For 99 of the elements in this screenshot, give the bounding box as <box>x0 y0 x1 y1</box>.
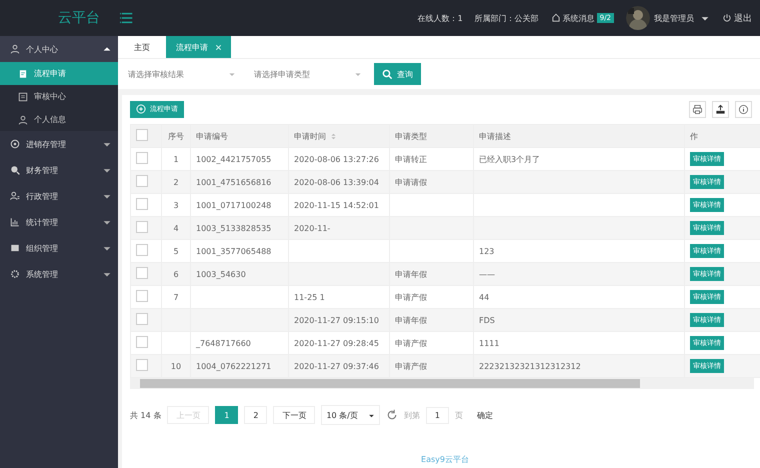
table-cell: FDS <box>479 316 495 324</box>
table-cell: —— <box>479 270 495 278</box>
document-icon <box>18 68 28 78</box>
column-header: 申请时间 <box>294 132 326 140</box>
checkbox[interactable] <box>136 267 148 279</box>
export-button[interactable] <box>712 100 729 118</box>
search-icon <box>10 165 20 175</box>
table-cell: 申请年假 <box>395 316 427 324</box>
checkbox[interactable] <box>136 313 148 325</box>
page-unit-label: 页 <box>454 410 463 420</box>
table-cell: 1004_0762221271 <box>196 362 272 370</box>
footer-text: Easy9云平台 <box>420 454 470 465</box>
logout-link[interactable]: 退出 <box>722 12 752 24</box>
printer-button[interactable] <box>689 100 706 118</box>
table-cell: 1 <box>173 154 179 164</box>
printer-icon <box>692 104 703 114</box>
table-cell: 10 <box>170 362 182 370</box>
menu-button[interactable] <box>120 11 134 25</box>
checkbox[interactable] <box>136 198 148 210</box>
settings-icon <box>10 269 20 279</box>
column-header: 作 <box>690 132 698 140</box>
page-button[interactable]: 2 <box>244 406 268 424</box>
checkbox[interactable] <box>136 152 148 164</box>
user-menu[interactable]: 我是管理员 <box>654 12 694 24</box>
sidebar-subitem[interactable]: 审核中心 <box>0 85 118 108</box>
table-cell: 1001_4751656816 <box>196 178 272 186</box>
info-button[interactable] <box>735 100 752 118</box>
refresh-icon <box>386 409 398 421</box>
column-header: 申请描述 <box>479 132 511 140</box>
sidebar-item[interactable]: 个人中心 <box>0 36 118 62</box>
page-size-select[interactable]: 10 条/页 <box>321 405 380 425</box>
table-cell: 申请产假 <box>395 362 427 370</box>
chart-icon <box>10 217 20 227</box>
checkbox[interactable] <box>136 244 148 256</box>
table-cell: 1003_5133828535 <box>196 224 272 232</box>
goto-label: 到第 <box>404 410 420 420</box>
table-cell: 123 <box>479 246 494 256</box>
table-cell: 2 <box>173 178 179 186</box>
person-icon <box>10 44 20 54</box>
column-header: 申请编号 <box>196 132 228 140</box>
sidebar-subitem[interactable]: 个人信息 <box>0 108 118 131</box>
export-icon <box>715 104 726 114</box>
checkbox[interactable] <box>136 290 148 302</box>
table-cell: 申请年假 <box>395 270 427 278</box>
table-cell: 申请产假 <box>395 292 427 302</box>
logo-text: 云平台 <box>57 9 101 27</box>
table-cell: 1001_0717100248 <box>196 200 272 210</box>
select-field[interactable]: 请选择申请类型 <box>248 64 368 84</box>
table-cell: 1111 <box>479 338 500 348</box>
page-input[interactable]: 1 <box>426 406 449 424</box>
tab[interactable]: 主页 <box>118 36 166 58</box>
person-icon <box>18 114 28 124</box>
table-cell: 2020-11- <box>294 224 330 232</box>
table-cell: 5 <box>173 246 179 256</box>
table-cell: 2020-08-06 13:39:04 <box>294 178 379 186</box>
sort-icon <box>330 132 337 141</box>
menu-icon <box>120 11 134 25</box>
table-cell: 1002_4421757055 <box>196 154 272 164</box>
table-cell: 申请产假 <box>395 338 427 348</box>
info-icon <box>738 104 749 114</box>
online-count: 在线人数：1 <box>418 12 463 24</box>
table-cell: 2020-11-27 09:28:45 <box>294 338 379 348</box>
checkbox[interactable] <box>136 336 148 348</box>
table-cell: _7648717660 <box>196 338 251 348</box>
select-field[interactable]: 请选择审核结果 <box>122 64 242 84</box>
plus-circle-icon <box>136 104 146 114</box>
table-cell: 11-25 1 <box>294 292 325 302</box>
table-cell: 1001_3577065488 <box>196 246 272 256</box>
power-icon <box>722 13 732 23</box>
refresh-button[interactable] <box>386 409 398 421</box>
table-cell: 1003_54630 <box>196 270 246 278</box>
disc-icon <box>10 139 20 149</box>
table-cell: 22232132321312312312 <box>479 362 581 370</box>
column-header: 序号 <box>168 132 184 140</box>
column-header: 申请类型 <box>395 132 427 140</box>
department-label: 所属部门：公关部 <box>474 12 539 24</box>
table-cell: 2020-11-15 14:52:01 <box>294 200 379 210</box>
table-cell: 2020-08-06 13:27:26 <box>294 154 379 164</box>
checkbox[interactable] <box>136 129 148 141</box>
table-cell: 申请请假 <box>395 178 427 186</box>
table-cell: 4 <box>173 224 179 232</box>
table-cell: 6 <box>173 270 179 278</box>
table-cell: 已经入职3个月了 <box>479 154 540 164</box>
table-cell: 2020-11-27 09:37:46 <box>294 362 379 370</box>
checkbox[interactable] <box>136 359 148 371</box>
table-cell: 申请转正 <box>395 154 427 164</box>
checkbox[interactable] <box>136 175 148 187</box>
search-icon <box>382 68 393 80</box>
table-cell: 2020-11-27 09:15:10 <box>294 316 379 324</box>
table-cell: 7 <box>173 292 179 302</box>
checkbox[interactable] <box>136 221 148 233</box>
table-cell: 3 <box>173 200 179 210</box>
total-count: 共 14 条 <box>130 410 162 420</box>
messages-link[interactable]: 系统消息 <box>550 12 595 24</box>
table-cell: 44 <box>479 292 490 302</box>
list-icon <box>18 92 28 102</box>
people-icon <box>10 191 20 201</box>
block-icon <box>10 243 20 253</box>
next-page-button[interactable]: 下一页 <box>273 406 316 424</box>
